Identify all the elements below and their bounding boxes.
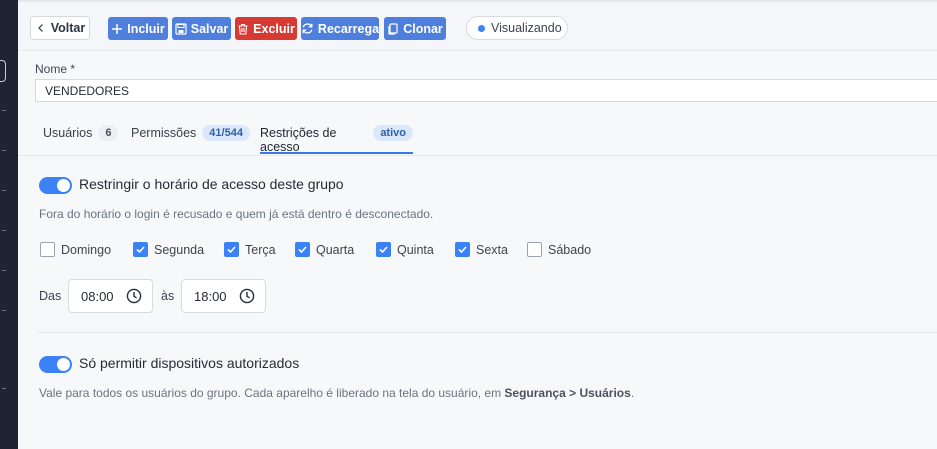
floppy-disk-icon <box>175 22 187 35</box>
day-label: Quinta <box>397 242 434 257</box>
delete-button-label: Excluir <box>253 21 295 36</box>
time-from-input[interactable]: 08:00 <box>68 279 153 313</box>
clone-button-label: Clonar <box>403 21 443 36</box>
sidebar-item-marker[interactable] <box>2 150 6 151</box>
include-button[interactable]: Incluir <box>108 17 168 40</box>
plus-icon <box>112 23 123 34</box>
time-from-label: Das <box>39 289 62 303</box>
section-divider <box>38 332 937 333</box>
day-checkbox-terca[interactable]: Terça <box>224 242 276 257</box>
devices-help-path: Segurança > Usuários <box>504 386 631 400</box>
trash-icon <box>238 23 248 35</box>
day-checkbox-quinta[interactable]: Quinta <box>376 242 434 257</box>
day-label: Sábado <box>548 242 592 257</box>
tab-status-badge: ativo <box>373 125 413 141</box>
time-from-value: 08:00 <box>81 288 114 304</box>
name-input[interactable]: VENDEDORES <box>35 79 937 102</box>
checkbox-unchecked-icon <box>40 242 55 257</box>
reload-button[interactable]: Recarrega <box>301 17 379 40</box>
checkbox-unchecked-icon <box>527 242 542 257</box>
devices-toggle-label: Só permitir dispositivos autorizados <box>79 355 300 371</box>
sidebar-item-marker[interactable] <box>2 230 6 231</box>
schedule-help-text: Fora do horário o login é recusado e que… <box>39 207 434 221</box>
checkbox-checked-icon <box>376 242 391 257</box>
time-to-value: 18:00 <box>194 288 227 304</box>
day-label: Quarta <box>316 242 355 257</box>
day-checkbox-segunda[interactable]: Segunda <box>133 242 204 257</box>
sidebar-active-marker[interactable] <box>0 60 6 82</box>
devices-help-suffix: . <box>630 386 635 400</box>
sidebar-item-marker[interactable] <box>2 270 6 271</box>
copy-icon <box>388 22 398 35</box>
name-field-label: Nome * <box>35 62 76 76</box>
tab-restricoes[interactable]: Restrições de acesso ativo <box>260 125 413 154</box>
tab-label: Permissões <box>131 126 197 140</box>
schedule-toggle-label: Restringir o horário de acesso deste gru… <box>79 176 344 192</box>
tab-label: Restrições de acesso <box>260 126 337 154</box>
clock-icon <box>239 288 254 304</box>
save-button-label: Salvar <box>190 21 229 36</box>
sidebar-item-marker[interactable] <box>2 110 6 111</box>
time-to-input[interactable]: 18:00 <box>181 279 266 313</box>
toggle-knob <box>57 358 70 371</box>
devices-toggle[interactable] <box>39 356 72 373</box>
checkbox-checked-icon <box>133 242 148 257</box>
back-button[interactable]: Voltar <box>30 16 90 40</box>
main-content: Nome * VENDEDORES Usuários 6 Permissões … <box>18 51 937 449</box>
time-to-label: às <box>161 289 175 303</box>
day-checkbox-sexta[interactable]: Sexta <box>455 242 508 257</box>
include-button-label: Incluir <box>127 21 165 36</box>
save-button[interactable]: Salvar <box>172 17 231 40</box>
reload-button-label: Recarrega <box>317 21 380 36</box>
back-button-label: Voltar <box>50 21 86 35</box>
day-checkbox-quarta[interactable]: Quarta <box>295 242 354 257</box>
app-sidebar <box>0 0 18 449</box>
checkbox-checked-icon <box>224 242 239 257</box>
refresh-icon <box>302 23 313 34</box>
toolbar: Voltar Incluir Salvar Excluir Recarrega … <box>18 2 937 51</box>
sidebar-item-marker[interactable] <box>2 310 6 311</box>
day-label: Terça <box>245 242 276 257</box>
sidebar-item-marker[interactable] <box>2 190 6 191</box>
clone-button[interactable]: Clonar <box>384 17 446 40</box>
tabs-divider <box>18 155 937 156</box>
checkbox-checked-icon <box>295 242 310 257</box>
day-label: Sexta <box>476 242 508 257</box>
status-badge: Visualizando <box>466 16 568 40</box>
tab-label: Usuários <box>43 126 93 140</box>
devices-help-prefix: Vale para todos os usuários do grupo. Ca… <box>39 386 505 400</box>
clock-icon <box>126 288 141 304</box>
day-label: Domingo <box>61 242 112 257</box>
status-label: Visualizando <box>491 21 562 35</box>
day-checkbox-sabado[interactable]: Sábado <box>527 242 591 257</box>
devices-help-text: Vale para todos os usuários do grupo. Ca… <box>39 386 634 400</box>
sidebar-item-marker[interactable] <box>2 388 6 389</box>
delete-button[interactable]: Excluir <box>235 17 297 40</box>
chevron-left-icon <box>37 24 43 32</box>
schedule-toggle[interactable] <box>39 177 72 194</box>
status-dot-icon <box>478 24 485 32</box>
tab-count-badge: 41/544 <box>202 125 250 141</box>
tab-count-badge: 6 <box>98 125 119 141</box>
tab-permissoes[interactable]: Permissões 41/544 <box>131 125 250 154</box>
tab-usuarios[interactable]: Usuários 6 <box>43 125 119 154</box>
toggle-knob <box>57 179 70 192</box>
checkbox-checked-icon <box>455 242 470 257</box>
day-checkbox-domingo[interactable]: Domingo <box>40 242 111 257</box>
day-label: Segunda <box>154 242 205 257</box>
